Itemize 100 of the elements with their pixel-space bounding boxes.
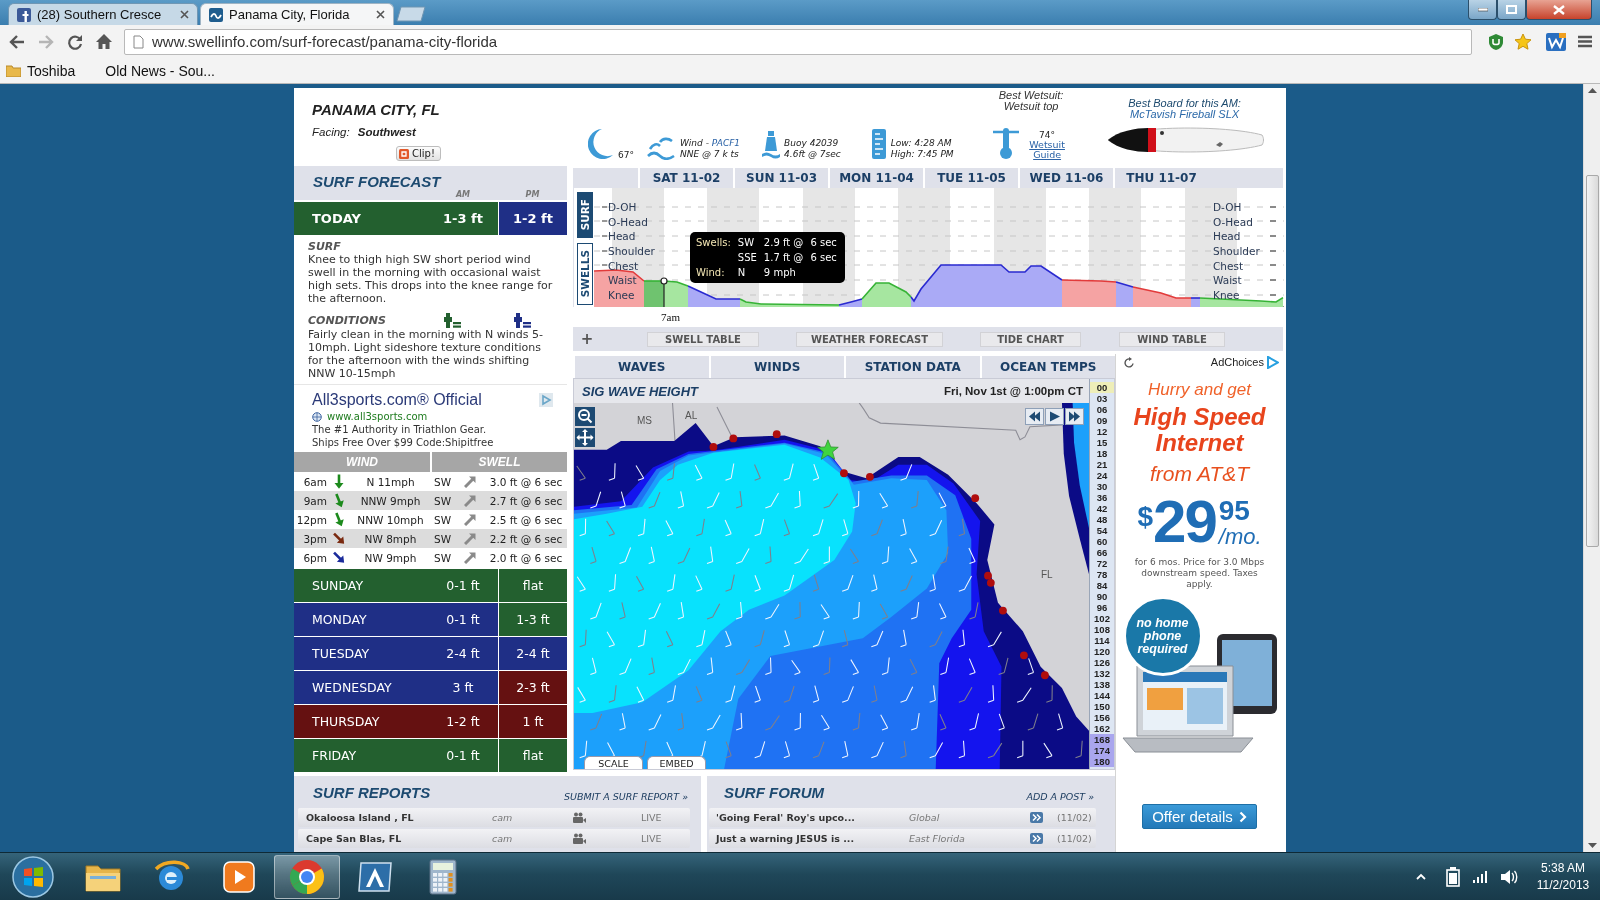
forecast-hour[interactable]: 150	[1090, 701, 1114, 712]
forum-row[interactable]: 'Going Feral' Roy's upco... Global (11/02)	[709, 808, 1096, 827]
forecast-hour[interactable]: 42	[1090, 503, 1114, 514]
forum-row[interactable]: Just a warning JESUS is ... East Florida (11/02)	[709, 829, 1096, 848]
new-tab-button[interactable]	[396, 6, 426, 22]
offer-details-button[interactable]: Offer details	[1142, 804, 1257, 829]
forecast-hour[interactable]: 78	[1090, 569, 1114, 580]
table-tab[interactable]: SWELL TABLE	[647, 331, 759, 347]
forecast-hour[interactable]: 180	[1090, 756, 1114, 767]
station-marker-icon[interactable]	[729, 434, 738, 443]
close-button[interactable]	[1526, 0, 1592, 20]
forecast-hour[interactable]: 30	[1090, 481, 1114, 492]
scroll-up-icon[interactable]	[1587, 87, 1597, 93]
forecast-hour[interactable]: 90	[1090, 591, 1114, 602]
board-link[interactable]: McTavish Fireball SLX	[1130, 109, 1240, 120]
forecast-hour[interactable]: 168	[1090, 734, 1114, 745]
star-icon[interactable]	[1514, 33, 1532, 50]
chevron-up-icon[interactable]	[1416, 873, 1426, 880]
zoom-out-icon[interactable]	[575, 407, 595, 426]
forecast-hour[interactable]: 102	[1090, 613, 1114, 624]
maximize-button[interactable]	[1497, 0, 1526, 20]
forecast-hour[interactable]: 54	[1090, 525, 1114, 536]
browser-tab[interactable]: (28) Southern Cresce	[8, 3, 198, 25]
forecast-hour[interactable]: 96	[1090, 602, 1114, 613]
station-marker-icon[interactable]	[971, 494, 980, 503]
forecast-hour[interactable]: 108	[1090, 624, 1114, 635]
forecast-hour[interactable]: 114	[1090, 635, 1114, 646]
table-tab[interactable]: WEATHER FORECAST	[796, 331, 943, 347]
minimize-button[interactable]	[1468, 0, 1497, 20]
extension-tile-icon[interactable]	[1546, 32, 1566, 51]
report-row[interactable]: Cape San Blas, FL cam LIVE	[298, 829, 690, 848]
menu-icon[interactable]	[1578, 35, 1592, 48]
forecast-hour[interactable]: 84	[1090, 580, 1114, 591]
forecast-hour[interactable]: 48	[1090, 514, 1114, 525]
forecast-hour[interactable]: 120	[1090, 646, 1114, 657]
report-row[interactable]: Okaloosa Island , FL cam LIVE	[298, 808, 690, 827]
shield-icon[interactable]	[1488, 32, 1504, 51]
map-button[interactable]: SCALE	[584, 756, 643, 769]
battery-icon[interactable]	[1446, 866, 1460, 887]
forecast-hour[interactable]: 174	[1090, 745, 1114, 756]
add-post-link[interactable]: ADD A POST »	[1026, 791, 1094, 802]
forecast-hour[interactable]: 18	[1090, 448, 1114, 459]
forecast-hour[interactable]: 144	[1090, 690, 1114, 701]
forecast-hour[interactable]: 60	[1090, 536, 1114, 547]
forecast-hour[interactable]: 03	[1090, 393, 1114, 404]
forecast-hour[interactable]: 156	[1090, 712, 1114, 723]
ad-url-link[interactable]: www.all3sports.com	[327, 410, 428, 423]
station-marker-icon[interactable]	[866, 472, 874, 481]
forecast-hour[interactable]: 138	[1090, 679, 1114, 690]
station-marker-icon[interactable]	[709, 443, 718, 451]
close-icon[interactable]	[180, 10, 189, 19]
back-icon[interactable]	[8, 33, 26, 50]
ad-choices-icon[interactable]	[1266, 355, 1279, 369]
signal-icon[interactable]	[1472, 869, 1488, 884]
wind-station-link[interactable]: PACF1	[711, 138, 741, 148]
station-marker-icon[interactable]	[984, 571, 992, 580]
bookmark-button[interactable]: Toshiba	[6, 62, 76, 79]
table-tab[interactable]: TIDE CHART	[980, 331, 1081, 347]
location-star-icon[interactable]	[817, 439, 839, 460]
ad-choices-link[interactable]: AdChoices	[1210, 356, 1264, 368]
close-icon[interactable]	[376, 10, 385, 19]
ad-title-link[interactable]: All3sports.com® Official	[312, 390, 482, 409]
forecast-hour[interactable]: 06	[1090, 404, 1114, 415]
start-orb-icon[interactable]	[10, 854, 56, 899]
station-marker-icon[interactable]	[1041, 671, 1049, 680]
view-tab[interactable]: SURF	[577, 192, 593, 238]
forecast-hour[interactable]: 66	[1090, 547, 1114, 558]
forecast-hour[interactable]: 15	[1090, 437, 1114, 448]
map-button[interactable]: EMBED	[647, 756, 706, 769]
wetsuit-guide-link[interactable]: Wetsuit Guide	[1023, 140, 1072, 160]
forecast-hour[interactable]: 21	[1090, 459, 1114, 470]
submit-report-link[interactable]: SUBMIT A SURF REPORT »	[564, 791, 688, 802]
station-marker-icon[interactable]	[999, 606, 1007, 615]
station-marker-icon[interactable]	[772, 430, 781, 439]
forecast-hour[interactable]: 00	[1090, 382, 1114, 393]
fast-forward-icon[interactable]	[1065, 408, 1084, 425]
address-field[interactable]: www.swellinfo.com/surf-forecast/panama-city-florida	[124, 28, 1472, 55]
play-icon[interactable]	[1045, 408, 1064, 425]
forecast-hour[interactable]: 132	[1090, 668, 1114, 679]
station-marker-icon[interactable]	[986, 578, 995, 587]
table-tab[interactable]: WIND TABLE	[1119, 331, 1225, 347]
station-marker-icon[interactable]	[1020, 651, 1028, 660]
bookmark-button[interactable]: Old News - Sou...	[105, 62, 215, 79]
ad-choices-icon[interactable]	[539, 392, 553, 407]
add-button[interactable]: +	[580, 331, 594, 347]
forecast-hour[interactable]: 09	[1090, 415, 1114, 426]
forecast-hour[interactable]: 162	[1090, 723, 1114, 734]
rewind-icon[interactable]	[1025, 408, 1044, 425]
forecast-hour[interactable]: 24	[1090, 470, 1114, 481]
clip-button[interactable]: Clip!	[396, 146, 441, 161]
forecast-hour[interactable]: 36	[1090, 492, 1114, 503]
forecast-hour[interactable]: 72	[1090, 558, 1114, 569]
forecast-hour[interactable]: 12	[1090, 426, 1114, 437]
forecast-hour[interactable]: 126	[1090, 657, 1114, 668]
volume-icon[interactable]	[1500, 868, 1518, 885]
station-marker-icon[interactable]	[840, 469, 848, 478]
move-icon[interactable]	[575, 428, 595, 447]
view-tab[interactable]: SWELLS	[577, 243, 593, 305]
home-icon[interactable]	[95, 33, 113, 50]
browser-tab[interactable]: Panama City, Florida	[200, 3, 394, 25]
